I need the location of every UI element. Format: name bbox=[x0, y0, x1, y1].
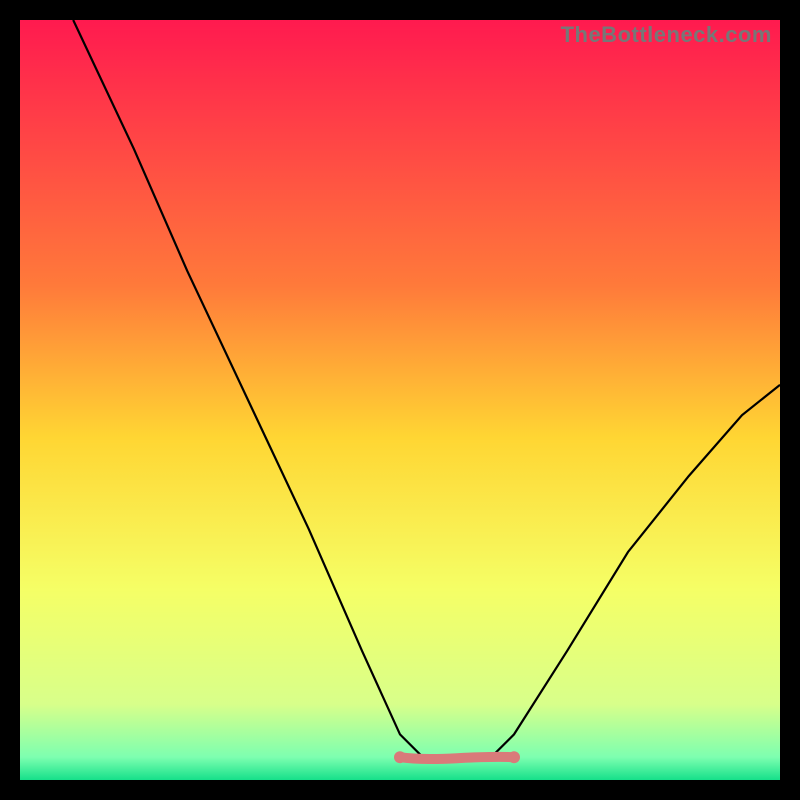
chart-frame: TheBottleneck.com bbox=[20, 20, 780, 780]
optimal-band-line bbox=[400, 757, 514, 759]
optimal-band-dot-right bbox=[508, 751, 520, 763]
optimal-band-dot-left bbox=[394, 751, 406, 763]
bottleneck-chart bbox=[20, 20, 780, 780]
watermark-text: TheBottleneck.com bbox=[561, 22, 772, 48]
gradient-background bbox=[20, 20, 780, 780]
